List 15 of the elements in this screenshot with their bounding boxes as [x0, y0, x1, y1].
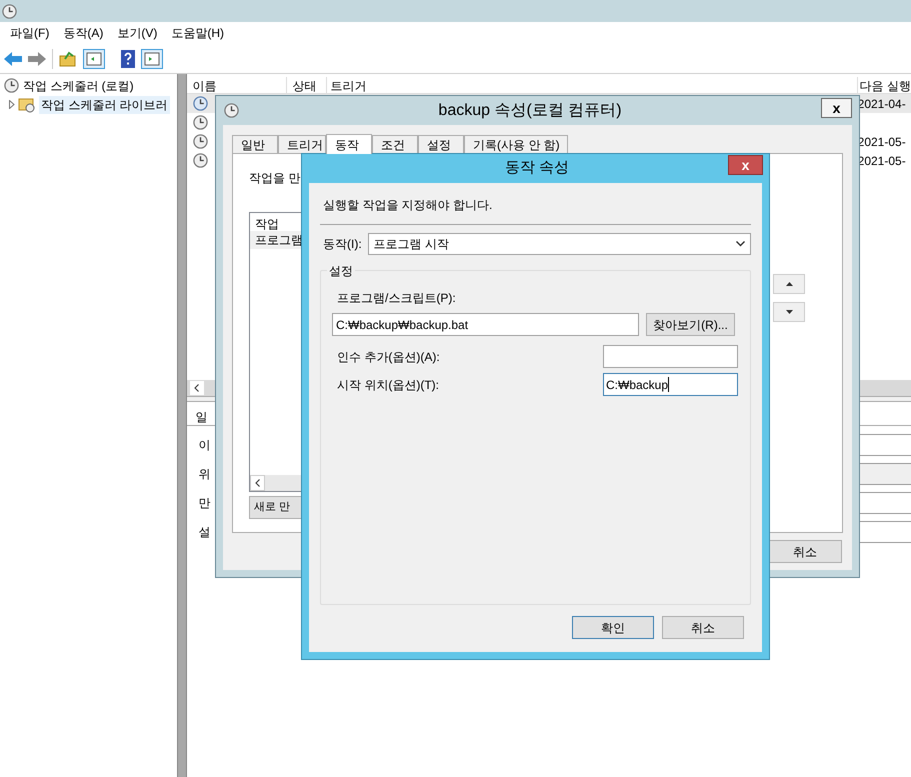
dialog-title: backup 속성(로컬 컴퓨터)	[437, 100, 623, 120]
tab-description: 작업을 만	[249, 170, 302, 187]
field-label: 동작(I):	[323, 236, 362, 253]
dialog-title: 동작 속성	[504, 158, 570, 178]
field-label: 위	[198, 466, 212, 483]
field-label: 만	[198, 495, 212, 512]
field-label: 설	[198, 524, 212, 541]
field-label: 시작 위치(옵션)(T):	[336, 376, 439, 394]
table-cell-text: 2021-05-	[858, 152, 906, 170]
dialog-instruction: 실행할 작업을 지정해야 합니다.	[322, 197, 494, 214]
field-label: 프로그램/스크립트(P):	[336, 290, 457, 307]
field-label: 이	[198, 437, 212, 454]
table-cell-text: 2021-05-	[858, 134, 906, 150]
table-cell-text: 2021-04-	[858, 96, 906, 112]
field-label: 인수 추가(옵션)(A):	[336, 348, 440, 366]
